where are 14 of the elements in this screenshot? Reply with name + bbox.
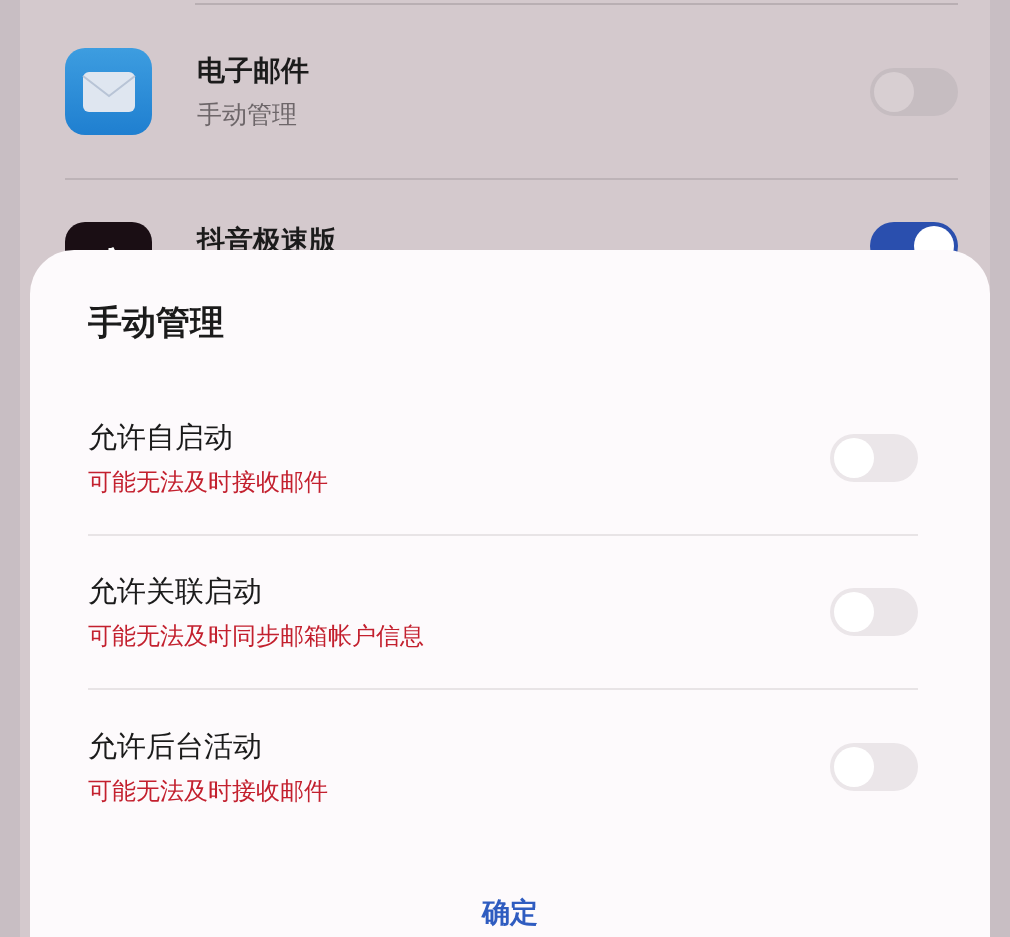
option-warning: 可能无法及时接收邮件 bbox=[88, 776, 329, 807]
option-label: 允许关联启动 bbox=[88, 573, 263, 610]
option-warning: 可能无法及时接收邮件 bbox=[88, 467, 329, 498]
sheet-title: 手动管理 bbox=[88, 301, 225, 344]
toggle-switch[interactable] bbox=[830, 434, 918, 482]
toggle-switch[interactable] bbox=[830, 743, 918, 791]
confirm-button[interactable]: 确定 bbox=[472, 890, 548, 936]
option-label: 允许后台活动 bbox=[88, 728, 263, 765]
mail-app-icon bbox=[65, 48, 152, 135]
toggle-switch[interactable] bbox=[830, 588, 918, 636]
app-status: 手动管理 bbox=[197, 99, 298, 131]
option-label: 允许自启动 bbox=[88, 419, 234, 456]
option-warning: 可能无法及时同步邮箱帐户信息 bbox=[88, 621, 425, 652]
app-name: 电子邮件 bbox=[197, 53, 310, 89]
